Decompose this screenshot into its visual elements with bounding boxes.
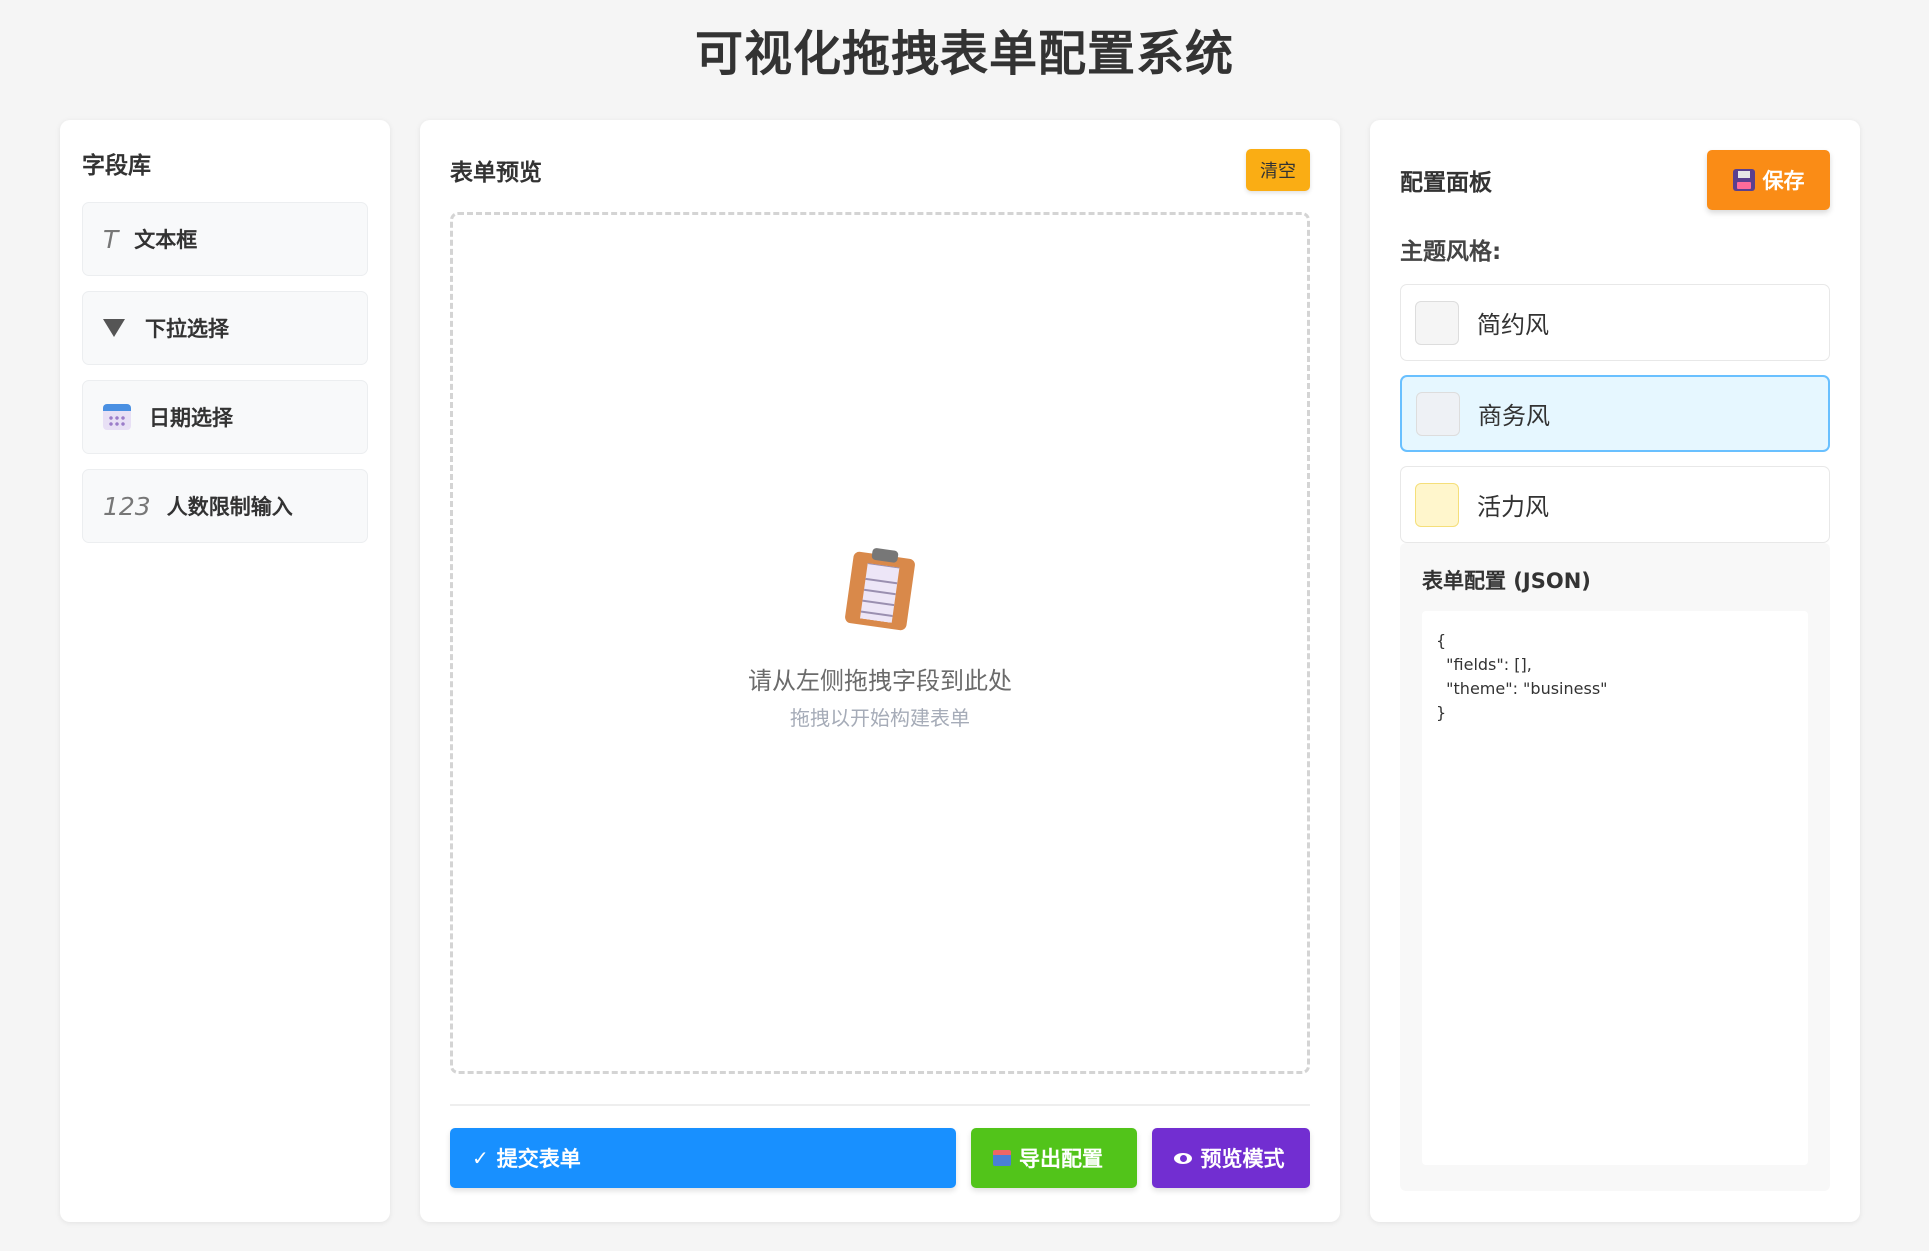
clear-button[interactable]: 清空: [1246, 149, 1310, 191]
json-config-title: 表单配置 (JSON): [1422, 569, 1591, 593]
action-row: ✓ 提交表单 导出配置 预览模式: [450, 1128, 1310, 1188]
form-preview-panel: 表单预览 清空 请从左侧拖拽字段到此处 拖拽以开始构建表单 ✓ 提交表单 导出配…: [420, 120, 1340, 1222]
theme-name: 活力风: [1477, 493, 1549, 521]
theme-swatch: [1415, 300, 1459, 345]
json-config-code[interactable]: { "fields": [], "theme": "business" }: [1422, 611, 1808, 1165]
theme-swatch: [1415, 482, 1459, 527]
field-library-title: 字段库: [82, 153, 151, 179]
config-header: 配置面板 保存: [1400, 150, 1830, 210]
field-item-label: 文本框: [134, 228, 198, 252]
preview-title: 表单预览: [450, 160, 542, 186]
dropdown-triangle-icon: [103, 319, 125, 337]
field-item-date[interactable]: 日期选择: [82, 380, 368, 454]
theme-name: 简约风: [1477, 311, 1549, 339]
floppy-disk-icon: [1732, 169, 1755, 191]
export-config-label: 导出配置: [1019, 1147, 1104, 1171]
export-config-button[interactable]: 导出配置: [971, 1128, 1138, 1188]
field-item-text[interactable]: T 文本框: [82, 202, 368, 276]
preview-header: 表单预览 清空: [450, 149, 1310, 191]
drop-zone[interactable]: 请从左侧拖拽字段到此处 拖拽以开始构建表单: [450, 212, 1310, 1074]
check-icon: ✓: [472, 1146, 489, 1170]
theme-option-simple[interactable]: 简约风: [1400, 284, 1830, 361]
field-item-label: 下拉选择: [145, 317, 229, 341]
drop-hint-main: 请从左侧拖拽字段到此处: [748, 667, 1012, 695]
text-icon: T: [103, 224, 119, 254]
submit-form-label: 提交表单: [496, 1147, 581, 1171]
preview-mode-button[interactable]: 预览模式: [1152, 1128, 1310, 1188]
eye-icon: [1174, 1152, 1193, 1164]
json-config-box: 表单配置 (JSON) { "fields": [], "theme": "bu…: [1400, 543, 1830, 1191]
theme-name: 商务风: [1478, 402, 1550, 430]
inbox-icon: [993, 1150, 1012, 1166]
calendar-icon: [103, 404, 131, 430]
theme-swatch: [1416, 391, 1460, 436]
preview-mode-label: 预览模式: [1200, 1147, 1285, 1171]
config-panel: 配置面板 保存 主题风格: 简约风 商务风 活力风 表单配置 (JSON) { …: [1370, 120, 1860, 1222]
save-label: 保存: [1762, 169, 1805, 193]
field-item-label: 人数限制输入: [166, 495, 293, 519]
submit-form-button[interactable]: ✓ 提交表单: [450, 1128, 957, 1188]
field-item-number[interactable]: 123 人数限制输入: [82, 469, 368, 543]
save-button[interactable]: 保存: [1707, 150, 1830, 210]
theme-option-vibrant[interactable]: 活力风: [1400, 466, 1830, 543]
drop-hint-sub: 拖拽以开始构建表单: [790, 706, 970, 730]
field-item-select[interactable]: 下拉选择: [82, 291, 368, 365]
theme-option-business[interactable]: 商务风: [1400, 375, 1830, 452]
field-library-panel: 字段库 T 文本框 下拉选择 日期选择 123 人数限制输入: [60, 120, 390, 1222]
config-title: 配置面板: [1400, 170, 1492, 196]
page-title: 可视化拖拽表单配置系统: [694, 26, 1234, 82]
theme-label: 主题风格:: [1400, 239, 1502, 265]
divider: [450, 1104, 1310, 1106]
clipboard-icon: [844, 547, 916, 631]
field-item-label: 日期选择: [149, 406, 233, 430]
number-icon: 123: [103, 491, 151, 521]
